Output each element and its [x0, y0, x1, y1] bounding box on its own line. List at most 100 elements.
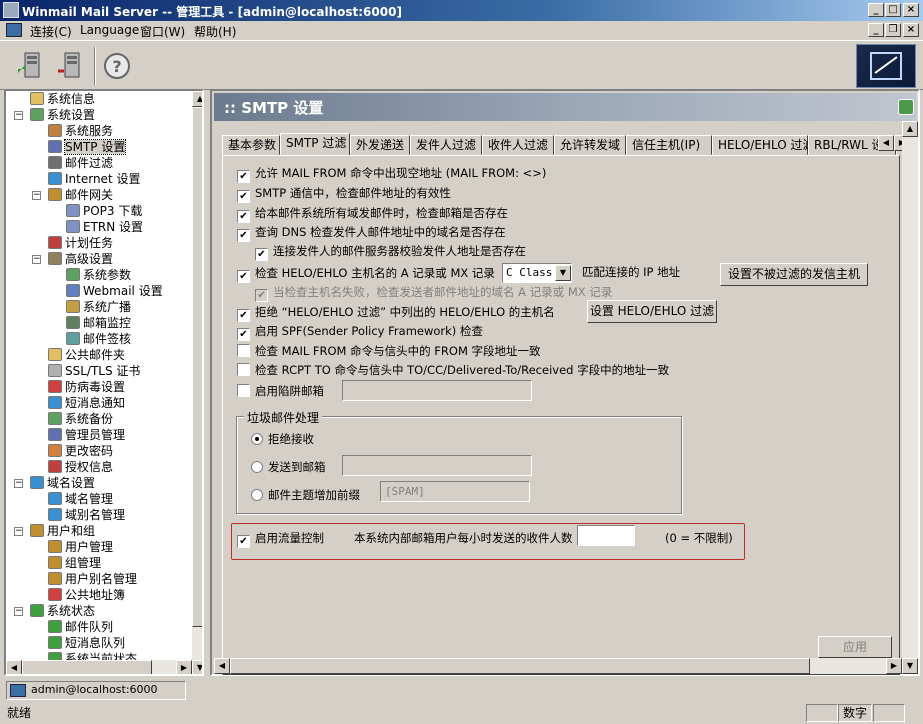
child-minimize-button[interactable]: _ [868, 23, 884, 37]
hscroll-thumb[interactable] [22, 660, 152, 674]
checkbox-reject-helo[interactable]: ✔ [237, 309, 250, 322]
close-button[interactable]: × [903, 3, 919, 17]
opt-helo-check[interactable]: ✔ 检查 HELO/EHLO 主机名的 A 记录或 MX 记录 [237, 265, 495, 283]
checkbox-from-header[interactable] [237, 344, 250, 357]
mdi-child-icon[interactable] [6, 23, 22, 37]
opt-mail-from-empty[interactable]: ✔ 允许 MAIL FROM 命令中出现空地址 (MAIL FROM: <>) [237, 165, 546, 183]
menu-connect[interactable]: 连接(C) [30, 23, 72, 40]
tree-horizontal-scrollbar[interactable]: ◀ ▶ [6, 660, 192, 674]
junk-prefix-option[interactable]: 邮件主题增加前缀 [251, 487, 360, 503]
opt-rcpt-header[interactable]: 检查 RCPT TO 命令与信头中 TO/CC/Delivered-To/Rec… [237, 362, 669, 378]
tree-item[interactable]: 域别名管理 [48, 507, 125, 523]
checkbox-flow-control[interactable]: ✔ [237, 535, 250, 548]
scroll-thumb[interactable] [192, 107, 202, 627]
tree-item[interactable]: 系统广播 [66, 299, 131, 315]
tab-item[interactable]: 收件人过滤 [482, 135, 554, 155]
junk-reject-option[interactable]: 拒绝接收 [251, 431, 314, 447]
chevron-down-icon[interactable]: ▼ [555, 265, 571, 281]
child-restore-button[interactable]: ❐ [885, 23, 901, 37]
tree-item[interactable]: 用户和组 [30, 523, 95, 539]
tree-item[interactable]: 用户别名管理 [48, 571, 137, 587]
tree-vertical-scrollbar[interactable]: ▲ ▼ [192, 91, 202, 674]
tree-item[interactable]: 域名管理 [48, 491, 113, 507]
tree-item[interactable]: 邮件过滤 [48, 155, 113, 171]
checkbox-mail-from-empty[interactable]: ✔ [237, 170, 250, 183]
tree-item[interactable]: 系统参数 [66, 267, 131, 283]
scroll-right-icon[interactable]: ▶ [176, 660, 192, 674]
checkbox-rcpt-header[interactable] [237, 363, 250, 376]
tree-item[interactable]: 系统服务 [48, 123, 113, 139]
tab-item[interactable]: SMTP 过滤 [280, 133, 350, 155]
scroll-up-icon[interactable]: ▲ [192, 91, 202, 107]
collapse-icon[interactable]: − [32, 191, 41, 200]
tree-item[interactable]: 系统状态 [30, 603, 95, 619]
tab-item[interactable]: 外发递送 [350, 135, 410, 155]
checkbox-helo-fail-check[interactable]: ✔ [255, 289, 268, 302]
tree-item[interactable]: POP3 下载 [66, 203, 142, 219]
menu-window[interactable]: 窗口(W) [140, 23, 185, 40]
tree-item[interactable]: 系统信息 [30, 91, 95, 107]
checkbox-verify-sender[interactable]: ✔ [255, 248, 268, 261]
refresh-icon[interactable] [898, 99, 914, 115]
opt-dns-check[interactable]: ✔ 查询 DNS 检查发件人邮件地址中的域名是否存在 [237, 224, 506, 242]
collapse-icon[interactable]: − [14, 527, 23, 536]
panel-horizontal-scrollbar[interactable]: ◀ ▶ [214, 658, 902, 674]
panel-vertical-scrollbar[interactable]: ▲ ▼ [902, 121, 918, 674]
tree-item[interactable]: SSL/TLS 证书 [48, 363, 140, 379]
opt-reject-helo[interactable]: ✔ 拒绝 “HELO/EHLO 过滤” 中列出的 HELO/EHLO 的主机名 [237, 304, 555, 322]
tree-item[interactable]: 邮件网关 [48, 187, 113, 203]
panel-scroll-left-icon[interactable]: ◀ [214, 658, 230, 674]
tree-item[interactable]: 邮件签核 [66, 331, 131, 347]
trap-mailbox-input[interactable] [342, 380, 532, 401]
tree-item[interactable]: 公共地址簿 [48, 587, 125, 603]
tree-item[interactable]: 系统设置 [30, 107, 95, 123]
opt-smtp-validity[interactable]: ✔ SMTP 通信中，检查邮件地址的有效性 [237, 185, 451, 203]
tree-item[interactable]: SMTP 设置 [48, 139, 127, 155]
radio-forward[interactable] [251, 461, 263, 473]
tree-item[interactable]: 组管理 [48, 555, 101, 571]
tree-item[interactable]: ETRN 设置 [66, 219, 143, 235]
tree-item[interactable]: 短消息通知 [48, 395, 125, 411]
collapse-icon[interactable]: − [32, 255, 41, 264]
tree-item[interactable]: Webmail 设置 [66, 283, 163, 299]
tab-scroll-left-icon[interactable]: ◀ [878, 135, 894, 151]
scroll-down-icon[interactable]: ▼ [192, 660, 202, 674]
navigation-tree[interactable]: 系统信息 系统设置 − 系统服务 SMTP 设置 邮件过滤 Internet 设置 邮件网关 −… [4, 89, 204, 676]
tree-item[interactable]: 更改密码 [48, 443, 113, 459]
radio-prefix[interactable] [251, 489, 263, 501]
no-filter-hosts-button[interactable]: 设置不被过滤的发信主机 [720, 263, 868, 286]
tree-item[interactable]: 高级设置 [48, 251, 113, 267]
tree-item[interactable]: 短消息队列 [48, 635, 125, 651]
opt-spf[interactable]: ✔ 启用 SPF(Sender Policy Framework) 检查 [237, 323, 483, 341]
opt-trap-mailbox[interactable]: 启用陷阱邮箱 [237, 383, 324, 399]
menu-help[interactable]: 帮助(H) [194, 23, 236, 40]
helo-class-select[interactable]: C Class ▼ [502, 263, 572, 283]
radio-reject[interactable] [251, 433, 263, 445]
checkbox-spf[interactable]: ✔ [237, 328, 250, 341]
panel-scroll-right-icon[interactable]: ▶ [886, 658, 902, 674]
tree-item[interactable]: 公共邮件夹 [48, 347, 125, 363]
tab-item[interactable]: HELO/EHLO 过滤 [712, 135, 814, 155]
tree-item[interactable]: 用户管理 [48, 539, 113, 555]
tree-item[interactable]: 防病毒设置 [48, 379, 125, 395]
checkbox-check-all-domains[interactable]: ✔ [237, 210, 250, 223]
tree-item[interactable]: 邮箱监控 [66, 315, 131, 331]
tree-item[interactable]: 授权信息 [48, 459, 113, 475]
opt-flow-control[interactable]: ✔ 启用流量控制 [237, 530, 324, 548]
disconnect-server-icon[interactable] [52, 47, 90, 85]
collapse-icon[interactable]: − [14, 607, 23, 616]
minimize-button[interactable]: _ [868, 3, 884, 17]
tree-item[interactable]: 域名设置 [30, 475, 95, 491]
opt-check-all-domains[interactable]: ✔ 给本邮件系统所有域发邮件时，检查邮箱是否存在 [237, 205, 508, 223]
tree-item[interactable]: 管理员管理 [48, 427, 125, 443]
panel-hscroll-thumb[interactable] [230, 658, 810, 674]
opt-from-header[interactable]: 检查 MAIL FROM 命令与信头中的 FROM 字段地址一致 [237, 343, 541, 359]
opt-helo-fail-check[interactable]: ✔ 当检查主机名失败，检查发送者邮件地址的域名 A 记录或 MX 记录 [255, 284, 612, 302]
junk-prefix-input[interactable]: [SPAM] [380, 481, 530, 502]
checkbox-helo-check[interactable]: ✔ [237, 270, 250, 283]
tab-item[interactable]: 允许转发域 [554, 135, 626, 155]
helo-filter-button[interactable]: 设置 HELO/EHLO 过滤 [587, 300, 717, 323]
tree-item[interactable]: Internet 设置 [48, 171, 140, 187]
checkbox-smtp-validity[interactable]: ✔ [237, 190, 250, 203]
panel-scroll-down-icon[interactable]: ▼ [902, 658, 918, 674]
